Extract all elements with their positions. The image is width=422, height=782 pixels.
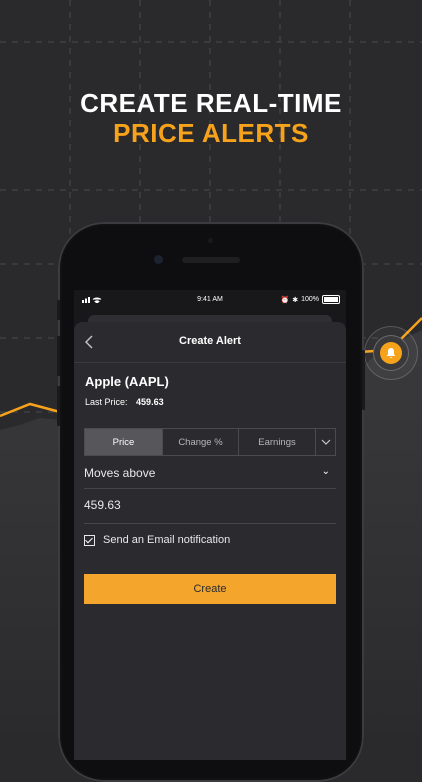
front-camera (154, 255, 163, 264)
bluetooth-icon: ✱ (292, 296, 299, 304)
bell-icon (380, 342, 402, 364)
bell-badge (373, 335, 409, 371)
price-input-value: 459.63 (84, 498, 121, 512)
page-title: Create Alert (179, 335, 241, 347)
create-alert-sheet: Create Alert Apple (AAPL) Last Price: 45… (74, 322, 346, 760)
sensor-dot (208, 238, 213, 243)
battery-icon (322, 295, 340, 304)
condition-select[interactable]: Moves above ⌄ (84, 466, 336, 489)
email-notification-option[interactable]: Send an Email notification (84, 534, 230, 546)
volume-up-button (57, 336, 60, 376)
chevron-down-icon (321, 439, 330, 445)
checkbox-checked-icon[interactable] (84, 534, 95, 546)
headline: CREATE REAL-TIME PRICE ALERTS (0, 88, 422, 148)
alert-type-tabs: Price Change % Earnings (84, 428, 336, 456)
condition-value: Moves above (84, 466, 156, 480)
side-button (57, 300, 60, 320)
tab-earnings[interactable]: Earnings (239, 429, 316, 455)
last-price: Last Price: 459.63 (85, 397, 164, 407)
stock-name: Apple (AAPL) (85, 374, 169, 389)
status-bar: 9:41 AM ⏰ ✱ 100% (74, 290, 346, 310)
more-tabs-button[interactable] (316, 429, 335, 455)
phone-screen: 9:41 AM ⏰ ✱ 100% Create Alert Apple (AAP… (74, 290, 346, 760)
last-price-label: Last Price: (85, 397, 128, 407)
last-price-value: 459.63 (136, 397, 164, 407)
volume-down-button (57, 386, 60, 426)
headline-line-1: CREATE REAL-TIME (80, 88, 342, 118)
dropdown-arrow-icon: ⌄ (321, 466, 330, 477)
status-right: ⏰ ✱ 100% (280, 295, 340, 304)
nav-bar: Create Alert (74, 322, 346, 363)
power-button (362, 350, 365, 410)
alarm-icon: ⏰ (280, 296, 290, 304)
create-button[interactable]: Create (84, 574, 336, 604)
price-input[interactable]: 459.63 (84, 498, 336, 524)
email-notification-label: Send an Email notification (103, 534, 231, 546)
tab-price[interactable]: Price (85, 429, 163, 455)
earpiece-speaker (182, 257, 240, 263)
tab-change-percent[interactable]: Change % (163, 429, 239, 455)
headline-line-2: PRICE ALERTS (113, 118, 309, 148)
battery-percent: 100% (301, 296, 319, 303)
